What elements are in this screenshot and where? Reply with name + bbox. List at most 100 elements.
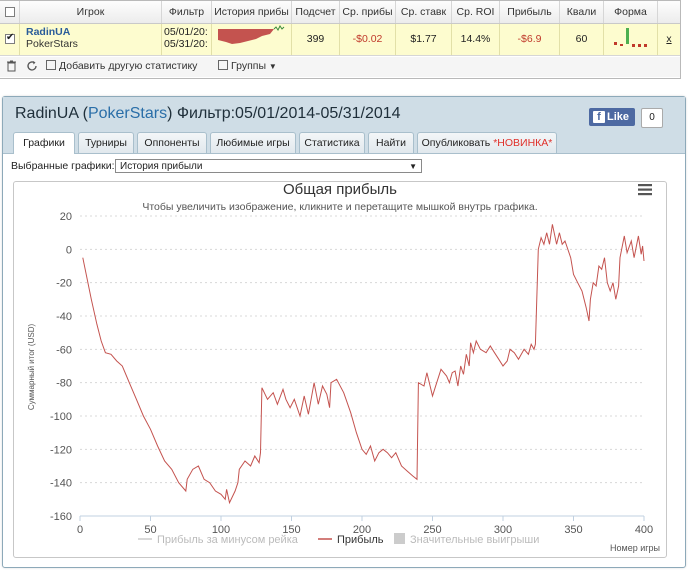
sparkline-svg <box>218 25 285 44</box>
x-tick-label: 400 <box>635 524 653 536</box>
add-stats-button[interactable]: Добавить другую статистику <box>46 60 197 72</box>
form-bars-svg <box>614 28 647 47</box>
remove-row-button[interactable]: x <box>658 24 680 55</box>
y-tick-label: -120 <box>50 444 72 456</box>
legend-item-profit[interactable]: Прибыль <box>318 534 384 546</box>
trash-icon[interactable] <box>6 60 17 75</box>
grid-header: Игрок Фильтр История прибы Подсчет Ср. п… <box>0 1 680 24</box>
y-tick-label: -160 <box>50 511 72 523</box>
chevron-down-icon: ▼ <box>268 62 277 71</box>
panel-filter: Фильтр:05/01/2014-05/31/2014 <box>176 105 401 122</box>
profit-series-line[interactable] <box>82 224 645 505</box>
col-header-avg-roi[interactable]: Ср. ROI <box>452 1 500 23</box>
legend-item-net-profit[interactable]: Прибыль за минусом рейка <box>138 534 299 546</box>
add-stats-icon <box>46 60 56 70</box>
col-header-remove <box>658 1 680 23</box>
player-name-link[interactable]: RadinUA <box>26 26 161 38</box>
col-header-player[interactable]: Игрок <box>20 1 162 23</box>
player-site: PokerStars <box>26 38 78 50</box>
groups-dropdown[interactable]: Группы ▼ <box>218 60 277 72</box>
chevron-down-icon: ▼ <box>409 162 417 171</box>
like-count: 0 <box>641 108 663 128</box>
col-header-count[interactable]: Подсчет <box>292 1 340 23</box>
y-tick-label: -60 <box>56 344 72 356</box>
avg-stake-value: $1.77 <box>396 24 452 55</box>
row-select-cell[interactable] <box>0 24 20 55</box>
x-tick-label: 0 <box>77 524 83 536</box>
groups-icon <box>218 60 228 70</box>
col-header-filter[interactable]: Фильтр <box>162 1 212 23</box>
select-all-cell[interactable] <box>0 1 20 23</box>
profit-chart[interactable]: 20 0 -20 -40 -60 -80 -100 -120 -140 -160 0 50 100 15… <box>13 181 667 558</box>
filter-end: 05/31/20: <box>164 38 208 50</box>
player-cell: RadinUA PokerStars <box>20 24 162 55</box>
x-tick-label: 50 <box>144 524 156 536</box>
y-tick-label: -80 <box>56 378 72 390</box>
y-axis-ticks: 20 0 -20 -40 -60 -80 -100 -120 -140 -160 <box>50 211 72 523</box>
x-tick-label: 350 <box>564 524 582 536</box>
x-axis-label: Номер игры <box>610 543 660 553</box>
y-tick-label: -40 <box>56 311 72 323</box>
sparkline-area <box>218 29 274 44</box>
player-stats-panel: RadinUA (PokerStars) Фильтр:05/01/2014-0… <box>2 96 686 568</box>
panel-title: RadinUA (PokerStars) Фильтр:05/01/2014-0… <box>15 105 401 122</box>
grid-footer: Добавить другую статистику Группы ▼ <box>0 57 680 77</box>
col-header-form[interactable]: Форма <box>604 1 658 23</box>
tab-publish-label: Опубликовать <box>421 137 491 149</box>
col-header-qualify[interactable]: Квали <box>560 1 604 23</box>
panel-player-name: RadinUA <box>15 105 79 122</box>
col-header-avg-stake[interactable]: Ср. ставк <box>396 1 452 23</box>
filter-start: 05/01/20: <box>164 26 208 38</box>
y-tick-label: 0 <box>66 244 72 256</box>
legend-label-net-profit: Прибыль за минусом рейка <box>157 534 299 546</box>
y-axis-label: Суммарный итог (USD) <box>27 324 36 411</box>
legend-label-big-wins: Значительные выигрыши <box>410 534 539 546</box>
profit-history-sparkline[interactable] <box>212 24 292 55</box>
count-value: 399 <box>292 24 340 55</box>
facebook-icon: f <box>593 111 605 123</box>
chart-select-value: История прибыли <box>120 161 203 172</box>
chart-title: Общая прибыль <box>283 182 397 198</box>
new-badge: *НОВИНКА* <box>493 137 553 149</box>
chart-menu-icon[interactable] <box>632 182 654 198</box>
chart-select[interactable]: История прибыли ▼ <box>115 159 422 173</box>
selected-charts-label: Выбранные графики: <box>11 160 115 172</box>
panel-header: RadinUA (PokerStars) Фильтр:05/01/2014-0… <box>3 97 685 154</box>
tab-publish[interactable]: Опубликовать *НОВИНКА* <box>417 132 557 153</box>
row-checkbox[interactable] <box>5 32 15 44</box>
avg-profit-value: -$0.02 <box>340 24 396 55</box>
legend-swatch-big-wins <box>394 533 405 544</box>
tab-tournaments[interactable]: Турниры <box>78 132 134 153</box>
add-stats-label: Добавить другую статистику <box>59 60 198 72</box>
y-tick-label: -100 <box>50 411 72 423</box>
qualify-value: 60 <box>560 24 604 55</box>
tab-find[interactable]: Найти <box>368 132 414 153</box>
table-row[interactable]: RadinUA PokerStars 05/01/20: 05/31/20: 3… <box>0 24 680 56</box>
y-tick-label: 20 <box>60 211 72 223</box>
col-header-profit-history[interactable]: История прибы <box>212 1 292 23</box>
filter-cell: 05/01/20: 05/31/20: <box>162 24 212 55</box>
chart-legend: Прибыль за минусом рейка Прибыль Значите… <box>138 533 539 546</box>
facebook-like-button[interactable]: f Like <box>589 108 635 126</box>
like-label: Like <box>607 111 630 123</box>
profit-value: -$6.9 <box>500 24 560 55</box>
results-grid: Игрок Фильтр История прибы Подсчет Ср. п… <box>0 0 681 79</box>
groups-label: Группы <box>231 60 266 72</box>
sparkline-tail <box>273 25 285 31</box>
tab-statistics[interactable]: Статистика <box>299 132 365 153</box>
x-axis-ticks: 0 50 100 150 200 250 300 350 400 <box>77 516 653 536</box>
tab-opponents[interactable]: Оппоненты <box>137 132 207 153</box>
select-all-checkbox[interactable] <box>5 7 15 17</box>
refresh-icon[interactable] <box>26 60 38 75</box>
chart-subtitle: Чтобы увеличить изображение, кликните и … <box>142 201 537 213</box>
chart-grid <box>80 215 644 484</box>
col-header-avg-profit[interactable]: Ср. прибы <box>340 1 396 23</box>
tab-favorite-games[interactable]: Любимые игры <box>210 132 296 153</box>
avg-roi-value: 14.4% <box>452 24 500 55</box>
tab-charts[interactable]: Графики <box>13 132 75 154</box>
y-tick-label: -20 <box>56 278 72 290</box>
legend-item-big-wins[interactable]: Значительные выигрыши <box>394 533 539 546</box>
panel-site-link[interactable]: PokerStars <box>88 105 167 122</box>
col-header-profit[interactable]: Прибыль <box>500 1 560 23</box>
profit-chart-svg: 200-20-40-60-80-100-120-140-160 0 50 100 15… <box>27 182 660 553</box>
